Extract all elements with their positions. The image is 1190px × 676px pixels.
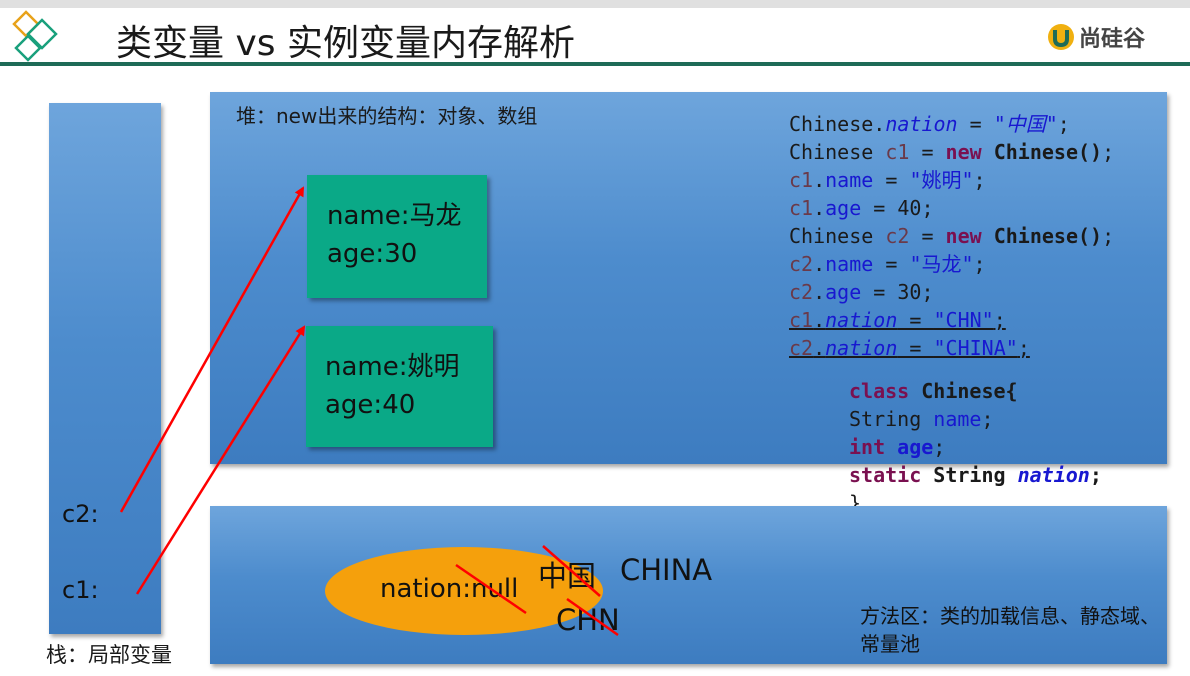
heap-object-c1: name:姚明 age:40 (306, 326, 493, 447)
code-line: c2.age = 30; (789, 280, 934, 304)
method-area-caption: 方法区：类的加载信息、静态域、常量池 (860, 604, 1160, 656)
logo-text: 尚硅谷 (1079, 27, 1146, 52)
atguigu-logo-icon (1048, 24, 1074, 50)
class-line: static String nation; (849, 463, 1102, 487)
stack-var-c1: c1: (62, 576, 99, 604)
class-definition: class Chinese{ String name; int age; static… (849, 377, 1102, 517)
class-line: String name; (849, 407, 994, 431)
stack-var-c2: c2: (62, 500, 99, 528)
code-listing: Chinese.nation = "中国"; Chinese c1 = new C… (789, 110, 1114, 362)
class-line: class Chinese{ (849, 379, 1018, 403)
brand-logo: 尚硅谷 (1046, 20, 1145, 54)
top-strip (0, 0, 1190, 8)
code-line: c1.age = 40; (789, 196, 934, 220)
static-value-zhongguo: 中国 (538, 559, 597, 593)
static-value-chn: CHN (556, 603, 620, 637)
static-value-china: CHINA (620, 553, 713, 587)
object-age-field: age:30 (327, 239, 418, 269)
code-line: c2.nation = "CHINA"; (789, 336, 1030, 360)
code-line: c1.name = "姚明"; (789, 168, 986, 192)
object-name-field: name:马龙 (327, 201, 462, 231)
code-line: c1.nation = "CHN"; (789, 308, 1006, 332)
stack-area (49, 103, 161, 634)
static-field-initial: nation:null (380, 574, 519, 604)
code-line: Chinese c1 = new Chinese(); (789, 140, 1115, 164)
title-divider (0, 62, 1190, 66)
code-line: c2.name = "马龙"; (789, 252, 986, 276)
diamond-logo-icon (8, 10, 64, 64)
heap-object-c2: name:马龙 age:30 (307, 175, 487, 298)
object-age-field: age:40 (325, 390, 416, 420)
code-line: Chinese c2 = new Chinese(); (789, 224, 1115, 248)
class-line: int age; (849, 435, 946, 459)
heap-caption: 堆：new出来的结构：对象、数组 (236, 104, 538, 128)
page-title: 类变量 vs 实例变量内存解析 (116, 23, 575, 64)
code-line: Chinese.nation = "中国"; (789, 112, 1070, 136)
stack-caption: 栈：局部变量 (46, 643, 172, 667)
object-name-field: name:姚明 (325, 352, 460, 382)
